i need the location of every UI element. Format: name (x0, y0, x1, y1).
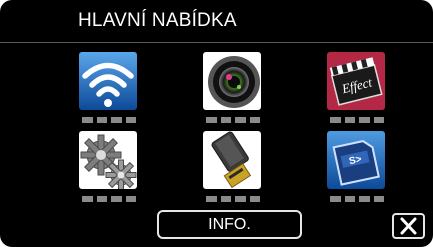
menu-item-indicator (82, 117, 136, 124)
menu-item-wifi[interactable] (79, 52, 137, 110)
close-button[interactable] (392, 213, 425, 239)
menu-screen: HLAVNÍ NABÍDKA Effect S> INFO. (0, 0, 433, 247)
hdmi-connector-icon (203, 131, 261, 189)
menu-item-indicator (330, 196, 384, 203)
menu-item-indicator (330, 117, 384, 124)
close-icon (400, 217, 417, 235)
sd-card-icon: S> (327, 131, 385, 189)
menu-item-camera[interactable] (203, 52, 261, 110)
camera-lens-icon (203, 52, 261, 110)
wifi-icon (79, 52, 137, 110)
menu-item-indicator (82, 196, 136, 203)
menu-item-effect[interactable]: Effect (327, 52, 385, 110)
info-button[interactable]: INFO. (157, 210, 302, 239)
menu-item-media[interactable]: S> (327, 131, 385, 189)
menu-item-connection[interactable] (203, 131, 261, 189)
effect-clapperboard-icon: Effect (327, 52, 385, 110)
title-bar: HLAVNÍ NABÍDKA (0, 0, 433, 43)
settings-gears-icon (79, 131, 137, 189)
menu-item-indicator (206, 117, 260, 124)
menu-item-settings[interactable] (79, 131, 137, 189)
menu-item-indicator (206, 196, 260, 203)
page-title: HLAVNÍ NABÍDKA (78, 10, 237, 31)
